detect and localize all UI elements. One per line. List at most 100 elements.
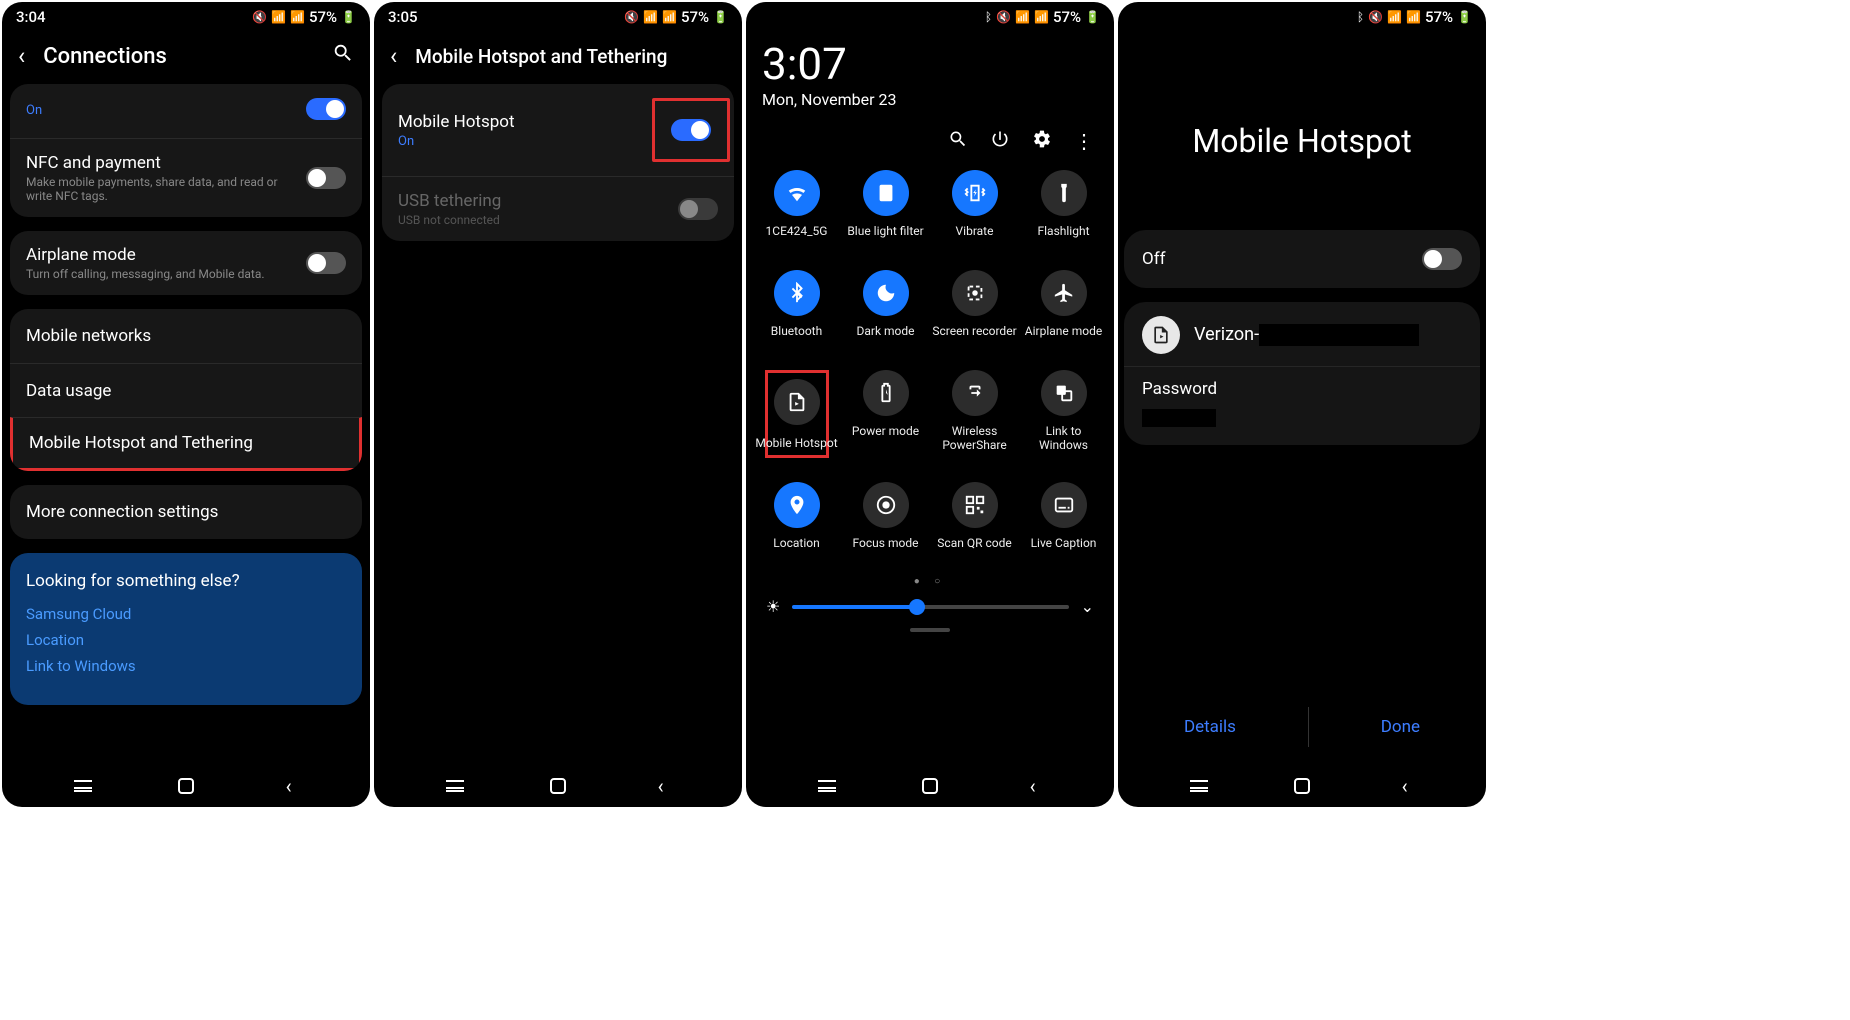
- nav-home[interactable]: [175, 775, 197, 797]
- nav-back[interactable]: ‹: [650, 775, 672, 797]
- usb-tethering-title: USB tethering: [398, 191, 666, 211]
- qs-more-icon[interactable]: ⋮: [1074, 129, 1094, 154]
- nfc-title: NFC and payment: [26, 153, 294, 173]
- qs-tile-label: Screen recorder: [932, 324, 1016, 352]
- brightness-thumb[interactable]: [909, 599, 925, 615]
- linkwindows-icon[interactable]: [1041, 370, 1087, 416]
- link-to-windows-link[interactable]: Link to Windows: [26, 657, 346, 675]
- qs-tile-location[interactable]: Location: [754, 482, 839, 564]
- hotspot-tethering-row[interactable]: Mobile Hotspot and Tethering: [10, 417, 362, 471]
- back-button[interactable]: ‹: [390, 42, 397, 70]
- mobile-hotspot-toggle[interactable]: [671, 119, 711, 141]
- qs-tile-label: Mobile Hotspot: [755, 436, 837, 464]
- vibrate-icon[interactable]: [952, 170, 998, 216]
- status-icons: ᛒ 🔇 📶 📶 57% 🔋: [1357, 8, 1472, 26]
- qs-tile-caption[interactable]: Live Caption: [1021, 482, 1106, 564]
- qs-tile-hotspot[interactable]: Mobile Hotspot: [754, 370, 839, 464]
- powershare-icon[interactable]: [952, 370, 998, 416]
- qs-power-icon[interactable]: [990, 129, 1010, 154]
- nav-recent[interactable]: [72, 775, 94, 797]
- qs-settings-icon[interactable]: [1032, 129, 1052, 154]
- qs-tile-flashlight[interactable]: Flashlight: [1021, 170, 1106, 252]
- qs-tile-darkmode[interactable]: Dark mode: [843, 270, 928, 352]
- nav-recent[interactable]: [816, 775, 838, 797]
- caption-icon[interactable]: [1041, 482, 1087, 528]
- connections-card-2: Mobile networks Data usage Mobile Hotspo…: [10, 309, 362, 471]
- battery-text: 57%: [309, 8, 337, 26]
- qs-tile-wifi[interactable]: 1CE424_5G: [754, 170, 839, 252]
- qs-grid: 1CE424_5GBBlue light filterVibrateFlashl…: [746, 160, 1114, 568]
- airplane-icon[interactable]: [1041, 270, 1087, 316]
- focus-icon[interactable]: [863, 482, 909, 528]
- bt-status-icon: ᛒ: [1357, 10, 1364, 24]
- qs-tile-vibrate[interactable]: Vibrate: [932, 170, 1017, 252]
- panel-drag-handle[interactable]: [910, 628, 950, 632]
- brightness-slider[interactable]: [792, 605, 1068, 609]
- wifi-toggle[interactable]: [306, 98, 346, 120]
- qs-tile-powershare[interactable]: Wireless PowerShare: [932, 370, 1017, 464]
- nfc-row[interactable]: NFC and payment Make mobile payments, sh…: [10, 138, 362, 217]
- nav-home[interactable]: [1291, 775, 1313, 797]
- qs-tile-power[interactable]: Power mode: [843, 370, 928, 464]
- hotspot-tethering-label: Mobile Hotspot and Tethering: [29, 433, 253, 453]
- wifi-icon: 📶: [1015, 10, 1030, 24]
- power-icon[interactable]: [863, 370, 909, 416]
- nav-back[interactable]: ‹: [1022, 775, 1044, 797]
- qs-tile-bluetooth[interactable]: Bluetooth: [754, 270, 839, 352]
- qs-tile-focus[interactable]: Focus mode: [843, 482, 928, 564]
- wifi-icon[interactable]: [774, 170, 820, 216]
- status-time: 3:04: [16, 8, 46, 26]
- qs-tile-airplane[interactable]: Airplane mode: [1021, 270, 1106, 352]
- qs-tile-bluelight[interactable]: BBlue light filter: [843, 170, 928, 252]
- qs-tile-screenrecorder[interactable]: Screen recorder: [932, 270, 1017, 352]
- location-link[interactable]: Location: [26, 631, 346, 649]
- hotspot-icon[interactable]: [774, 379, 820, 425]
- mobile-networks-row[interactable]: Mobile networks: [10, 309, 362, 363]
- more-settings-row[interactable]: More connection settings: [10, 485, 362, 539]
- ssid-row[interactable]: Verizon-: [1124, 302, 1480, 367]
- nav-back[interactable]: ‹: [278, 775, 300, 797]
- wifi-on-text: On: [26, 103, 294, 118]
- nfc-toggle[interactable]: [306, 167, 346, 189]
- airplane-row[interactable]: Airplane mode Turn off calling, messagin…: [10, 231, 362, 295]
- nav-recent[interactable]: [1188, 775, 1210, 797]
- usb-tethering-row: USB tethering USB not connected: [382, 176, 734, 241]
- wifi-row[interactable]: On: [10, 84, 362, 138]
- done-button[interactable]: Done: [1341, 707, 1460, 747]
- password-redacted: [1142, 409, 1216, 427]
- flashlight-icon[interactable]: [1041, 170, 1087, 216]
- details-button[interactable]: Details: [1144, 707, 1276, 747]
- bluelight-icon[interactable]: B: [863, 170, 909, 216]
- nav-recent[interactable]: [444, 775, 466, 797]
- airplane-title: Airplane mode: [26, 245, 294, 265]
- back-button[interactable]: ‹: [18, 42, 25, 70]
- battery-text: 57%: [681, 8, 709, 26]
- brightness-expand-icon[interactable]: ⌄: [1081, 597, 1094, 616]
- qs-date: Mon, November 23: [762, 90, 1098, 109]
- darkmode-icon[interactable]: [863, 270, 909, 316]
- hotspot-off-row[interactable]: Off: [1124, 230, 1480, 288]
- qs-tile-linkwindows[interactable]: Link to Windows: [1021, 370, 1106, 464]
- usb-tethering-toggle: [678, 198, 718, 220]
- airplane-toggle[interactable]: [306, 252, 346, 274]
- data-usage-row[interactable]: Data usage: [10, 363, 362, 417]
- nfc-sub: Make mobile payments, share data, and re…: [26, 175, 294, 203]
- qs-search-icon[interactable]: [948, 129, 968, 154]
- hotspot-master-toggle[interactable]: [1422, 248, 1462, 270]
- screenrecorder-icon[interactable]: [952, 270, 998, 316]
- data-usage-label: Data usage: [26, 381, 111, 401]
- qs-tile-scanqr[interactable]: Scan QR code: [932, 482, 1017, 564]
- password-row[interactable]: Password: [1124, 367, 1480, 445]
- scanqr-icon[interactable]: [952, 482, 998, 528]
- mobile-hotspot-row[interactable]: Mobile Hotspot On: [382, 84, 734, 176]
- nav-home[interactable]: [547, 775, 569, 797]
- location-icon[interactable]: [774, 482, 820, 528]
- samsung-cloud-link[interactable]: Samsung Cloud: [26, 605, 346, 623]
- search-icon[interactable]: [332, 42, 354, 70]
- tethering-card: Mobile Hotspot On USB tethering USB not …: [382, 84, 734, 241]
- nav-home[interactable]: [919, 775, 941, 797]
- bluetooth-icon[interactable]: [774, 270, 820, 316]
- nav-back[interactable]: ‹: [1394, 775, 1416, 797]
- status-time: 3:05: [388, 8, 418, 26]
- qs-page-dots[interactable]: ● ○: [746, 576, 1114, 587]
